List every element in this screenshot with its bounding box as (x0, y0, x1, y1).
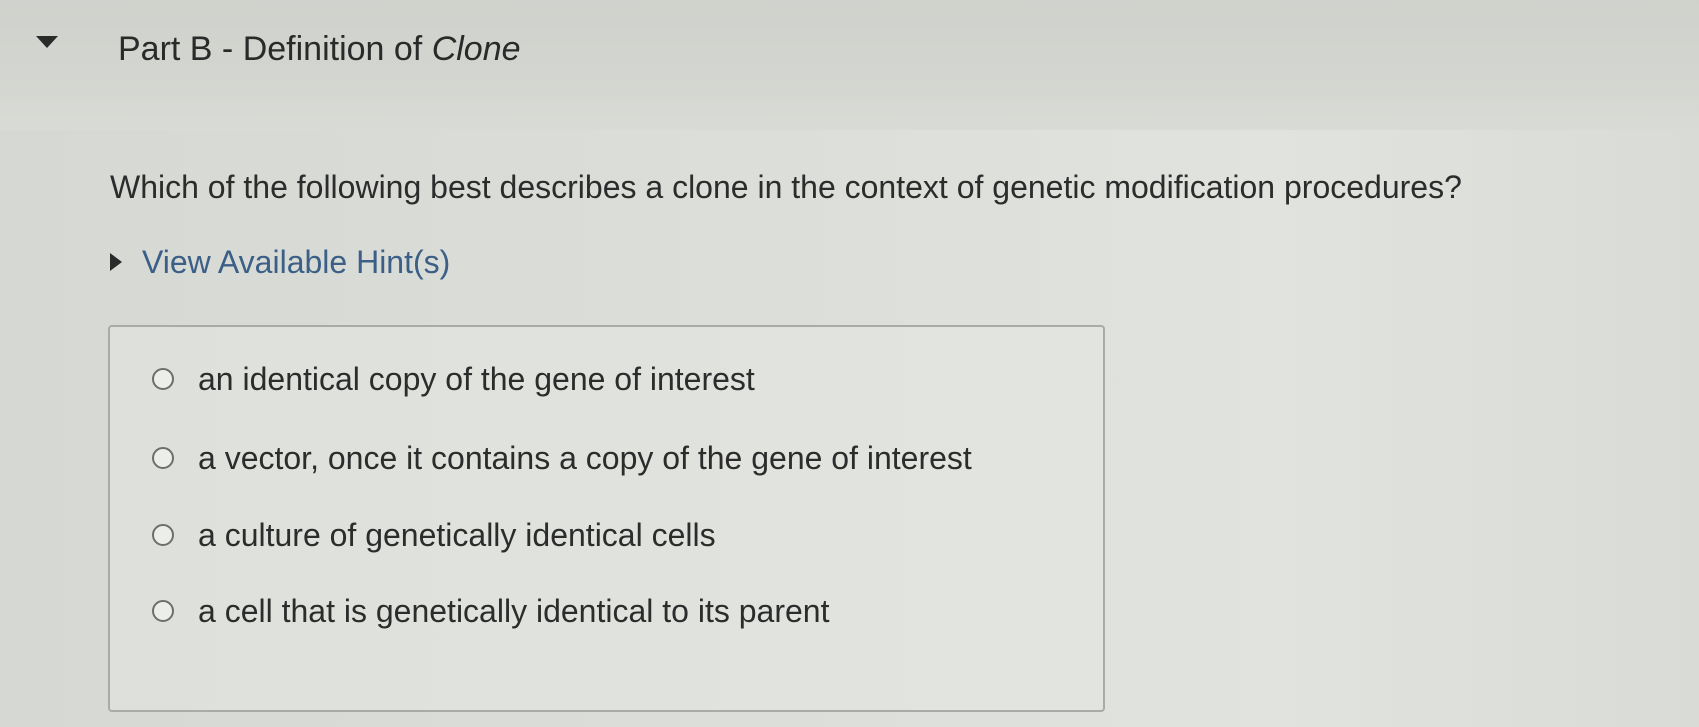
answer-options-box: an identical copy of the gene of interes… (108, 325, 1105, 712)
question-text: Which of the following best describes a … (110, 169, 1462, 205)
answer-option[interactable]: a cell that is genetically identical to … (152, 589, 829, 633)
part-title-italic: Clone (431, 30, 521, 68)
answer-option[interactable]: a culture of genetically identical cells (152, 513, 716, 557)
answer-option-label[interactable]: a cell that is genetically identical to … (198, 593, 829, 630)
radio-icon[interactable] (152, 368, 174, 390)
triangle-right-icon (110, 253, 122, 271)
radio-icon[interactable] (152, 600, 174, 622)
answer-option-label[interactable]: a culture of genetically identical cells (198, 517, 716, 554)
view-hints-label[interactable]: View Available Hint(s) (142, 244, 450, 281)
answer-option[interactable]: a vector, once it contains a copy of the… (152, 436, 972, 480)
answer-option-label[interactable]: an identical copy of the gene of interes… (198, 361, 755, 398)
collapse-triangle-icon[interactable] (36, 36, 58, 48)
answer-option[interactable]: an identical copy of the gene of interes… (152, 357, 755, 401)
answer-option-label[interactable]: a vector, once it contains a copy of the… (198, 440, 972, 477)
part-title-prefix: Part B - Definition of (118, 30, 432, 68)
radio-icon[interactable] (152, 524, 174, 546)
view-hints-toggle[interactable]: View Available Hint(s) (110, 242, 450, 282)
part-title: Part B - Definition of Clone (118, 26, 521, 72)
radio-icon[interactable] (152, 447, 174, 469)
